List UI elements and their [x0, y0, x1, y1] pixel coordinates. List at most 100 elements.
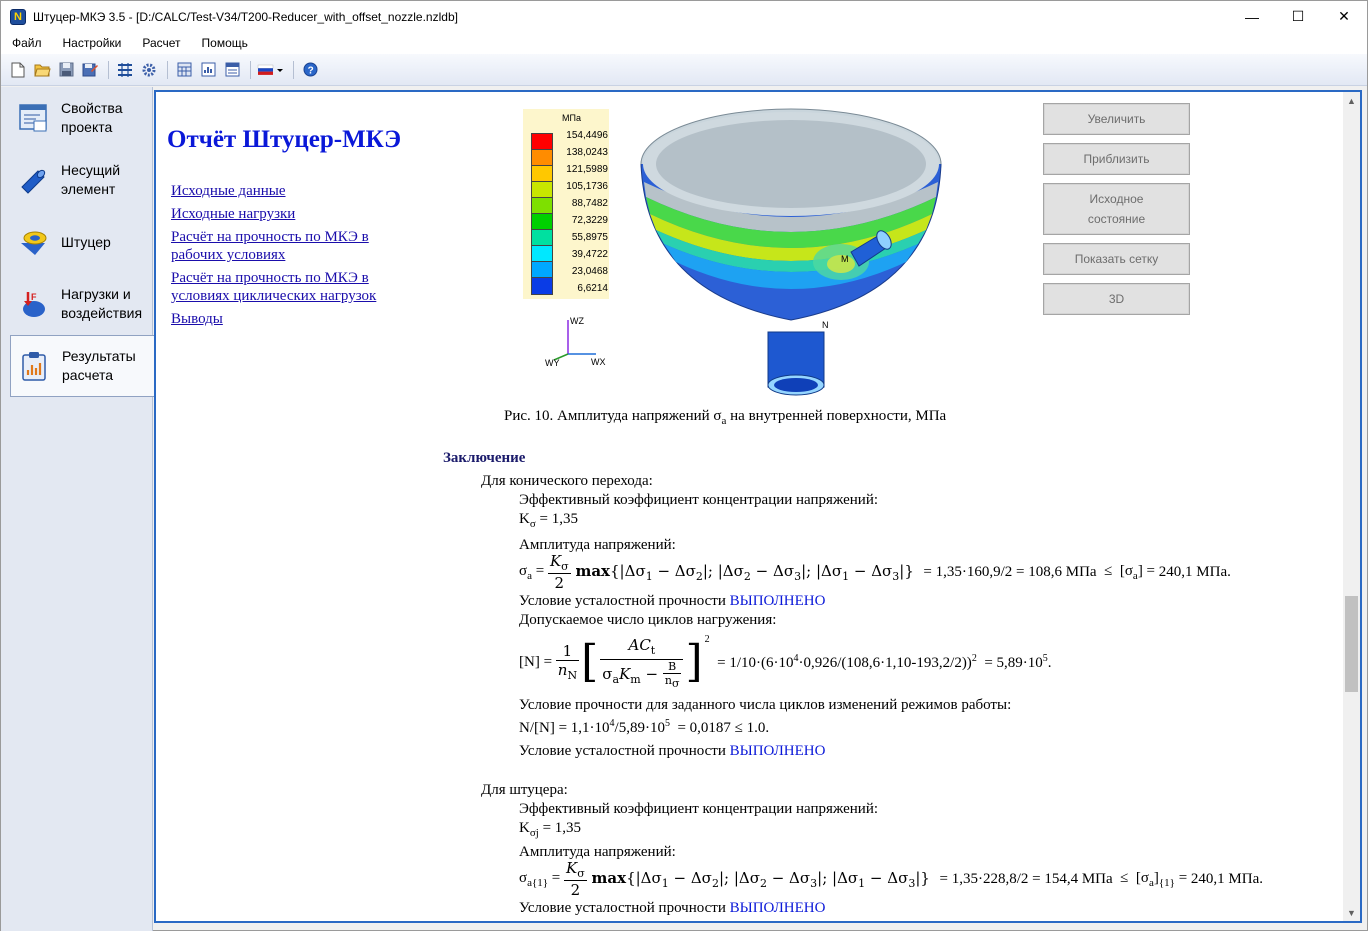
axis-x-label: WX — [591, 357, 606, 367]
close-button[interactable]: ✕ — [1321, 1, 1367, 32]
legend-color-scale — [531, 133, 553, 295]
sidebar-item-nozzle[interactable]: Штуцер — [1, 211, 152, 273]
report-title: Отчёт Штуцер-МКЭ — [167, 126, 402, 153]
legend-value: 105,1736 — [566, 181, 608, 192]
kconc-label: Эффективный коэффициент концентрации нап… — [519, 492, 879, 508]
k-sigma-j-value: Kσj = 1,35 — [519, 820, 582, 839]
amplitude-formula-nozzle: σa{1} = Kσ 2 max{|Δσ1 − Δσ2|; |Δσ2 − Δσ3|… — [519, 859, 1263, 899]
title-bar: N Штуцер-МКЭ 3.5 - [D:/CALC/Test-V34/T20… — [1, 1, 1367, 32]
toc-link-conclusions[interactable]: Выводы — [171, 310, 401, 328]
sidebar-item-shell-element[interactable]: Несущий элемент — [1, 149, 152, 211]
results-icon — [18, 350, 50, 382]
toc-link-initial-data[interactable]: Исходные данные — [171, 182, 401, 200]
sidebar-item-results[interactable]: Результаты расчета — [10, 335, 154, 397]
app-window: N Штуцер-МКЭ 3.5 - [D:/CALC/Test-V34/T20… — [0, 0, 1368, 931]
nozzle-icon — [17, 226, 49, 258]
conclusion-heading: Заключение — [443, 450, 526, 466]
view-3d-button[interactable]: 3D — [1043, 283, 1190, 315]
legend-value: 121,5989 — [566, 164, 608, 175]
zoom-closer-button[interactable]: Приблизить — [1043, 143, 1190, 175]
project-properties-icon — [17, 102, 49, 134]
figure-caption: Рис. 10. Амплитуда напряжений σa на внут… — [504, 408, 947, 427]
legend-unit: МПа — [562, 113, 581, 123]
axis-y-label: WY — [545, 358, 560, 368]
kconc-label-nozzle: Эффективный коэффициент концентрации нап… — [519, 801, 879, 817]
app-logo-icon: N — [10, 8, 26, 25]
fe-model-3d-view[interactable]: M N — [636, 102, 966, 402]
shell-element-icon — [17, 164, 49, 196]
legend-value: 138,0243 — [566, 147, 608, 158]
legend-color-cell — [532, 214, 552, 230]
legend-color-cell — [532, 262, 552, 278]
toolbar-separator — [250, 60, 251, 79]
legend-values: 154,4496 138,0243 121,5989 105,1736 88,7482 7… — [556, 127, 608, 297]
save-icon[interactable] — [55, 59, 77, 81]
calculate-icon[interactable] — [114, 59, 136, 81]
maximize-button[interactable]: ☐ — [1275, 1, 1321, 32]
save-as-icon[interactable] — [79, 59, 101, 81]
toc-link-strength-cyclic[interactable]: Расчёт на прочность по МКЭ в условиях ци… — [171, 269, 401, 305]
legend-value: 72,3229 — [571, 215, 608, 226]
minimize-button[interactable]: — — [1229, 1, 1275, 32]
svg-text:?: ? — [307, 66, 313, 77]
legend-value: 154,4496 — [566, 130, 608, 141]
toc-link-initial-loads[interactable]: Исходные нагрузки — [171, 205, 401, 223]
loads-icon: F — [17, 288, 49, 320]
sidebar-item-label: Нагрузки и воздействия — [61, 286, 143, 321]
cycles-condition-label: Условие прочности для заданного числа ци… — [519, 697, 1012, 713]
zoom-in-button[interactable]: Увеличить — [1043, 103, 1190, 135]
axes-triad: WZ WY WX — [541, 310, 611, 373]
amplitude-formula-cone: σa = Kσ 2 max{|Δσ1 − Δσ2|; |Δσ2 − Δσ3|; |… — [519, 552, 1231, 592]
help-icon[interactable]: ? — [299, 59, 321, 81]
menu-help[interactable]: Помощь — [191, 36, 258, 50]
point-label-m: M — [841, 254, 849, 264]
menu-file[interactable]: Файл — [1, 36, 52, 50]
sidebar-item-loads[interactable]: F Нагрузки и воздействия — [1, 273, 152, 335]
show-mesh-button[interactable]: Показать сетку — [1043, 243, 1190, 275]
sidebar-item-project-properties[interactable]: Свойства проекта — [1, 87, 152, 149]
svg-text:F: F — [31, 292, 37, 302]
legend-color-cell — [532, 134, 552, 150]
report-view[interactable]: Отчёт Штуцер-МКЭ Исходные данные Исходны… — [154, 90, 1362, 923]
menu-bar: Файл Настройки Расчет Помощь — [1, 32, 1367, 54]
scroll-up-icon[interactable]: ▲ — [1343, 92, 1360, 109]
fatigue-condition-1: Условие усталостной прочности ВЫПОЛНЕНО — [519, 593, 826, 609]
menu-settings[interactable]: Настройки — [52, 36, 132, 50]
sidebar-item-label: Результаты расчета — [62, 348, 136, 383]
legend-color-cell — [532, 198, 552, 214]
toc-link-strength-working[interactable]: Расчёт на прочность по МКЭ в рабочих усл… — [171, 228, 401, 264]
legend-color-cell — [532, 182, 552, 198]
toolbar: ? — [1, 54, 1367, 86]
cycles-label: Допускаемое число циклов нагружения: — [519, 612, 777, 628]
open-folder-icon[interactable] — [31, 59, 53, 81]
settings-icon[interactable] — [138, 59, 160, 81]
fatigue-condition-2: Условие усталостной прочности ВЫПОЛНЕНО — [519, 743, 826, 759]
reset-view-button[interactable]: Исходное состояние — [1043, 183, 1190, 235]
window-title: Штуцер-МКЭ 3.5 - [D:/CALC/Test-V34/T200-… — [33, 9, 458, 24]
scroll-thumb[interactable] — [1345, 596, 1358, 692]
fatigue-condition-3: Условие усталостной прочности ВЫПОЛНЕНО — [519, 900, 826, 916]
table-icon[interactable] — [221, 59, 243, 81]
vertical-scrollbar[interactable]: ▲ ▼ — [1343, 92, 1360, 921]
stress-legend: МПа 154,4496 138,0243 121,5989 105,1736 88,7… — [523, 109, 609, 299]
report-icon[interactable] — [197, 59, 219, 81]
toolbar-separator — [293, 60, 294, 79]
legend-value: 39,4722 — [571, 249, 608, 260]
scroll-down-icon[interactable]: ▼ — [1343, 904, 1360, 921]
legend-color-cell — [532, 230, 552, 246]
cone-transition-title: Для конического перехода: — [481, 473, 653, 489]
calculator-icon[interactable] — [173, 59, 195, 81]
new-file-icon[interactable] — [7, 59, 29, 81]
sidebar: Свойства проекта Несущий элемент Штуцер … — [1, 87, 154, 931]
language-flag-icon[interactable] — [256, 59, 286, 81]
sidebar-item-label: Штуцер — [61, 233, 111, 250]
legend-value: 55,8975 — [571, 232, 608, 243]
legend-value: 6,6214 — [577, 283, 608, 294]
cycles-ratio: N/[N] = 1,1·104/5,89·105 = 0,0187 ≤ 1.0. — [519, 718, 770, 736]
point-label-n: N — [822, 320, 829, 330]
table-of-contents: Исходные данные Исходные нагрузки Расчёт… — [171, 182, 401, 333]
nozzle-title: Для штуцера: — [481, 782, 568, 798]
menu-calculation[interactable]: Расчет — [131, 36, 190, 50]
legend-value: 23,0468 — [571, 266, 608, 277]
toolbar-separator — [167, 60, 168, 79]
